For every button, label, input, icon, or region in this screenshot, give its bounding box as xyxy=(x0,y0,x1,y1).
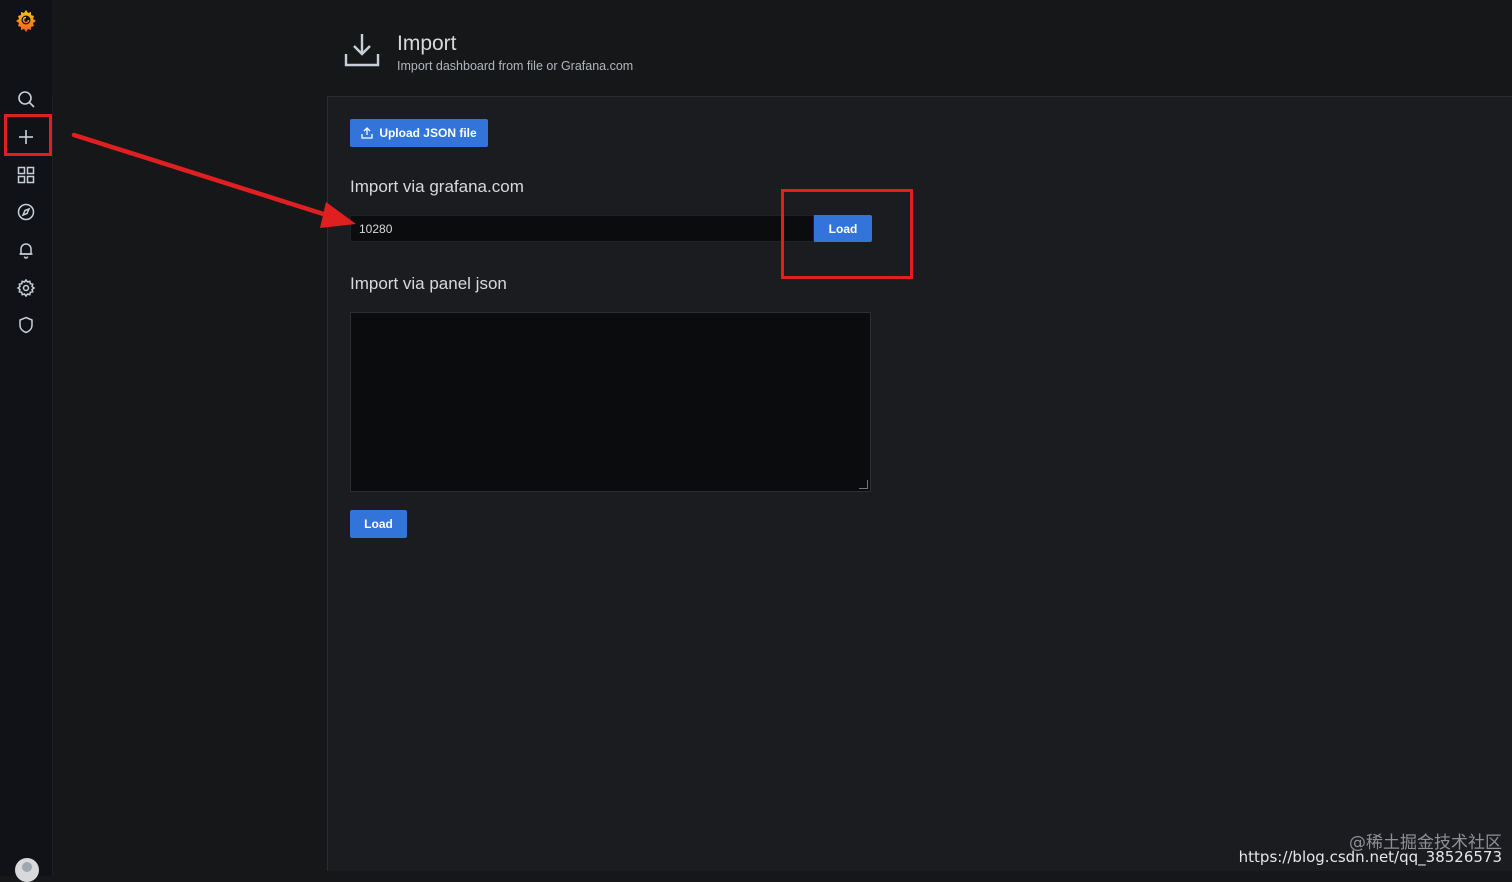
search-icon[interactable] xyxy=(13,86,39,112)
resize-handle-icon[interactable] xyxy=(859,480,868,489)
shield-icon[interactable] xyxy=(13,312,39,338)
grafana-id-input[interactable] xyxy=(350,215,814,242)
watermark-line-2: https://blog.csdn.net/qq_38526573 xyxy=(1238,848,1502,866)
panel-json-load-button[interactable]: Load xyxy=(350,510,407,538)
plus-icon[interactable] xyxy=(13,124,39,150)
avatar[interactable] xyxy=(15,858,39,882)
panel-json-textarea[interactable] xyxy=(350,312,871,492)
page-header: Import Import dashboard from file or Gra… xyxy=(52,0,1512,96)
upload-json-button[interactable]: Upload JSON file xyxy=(350,119,488,147)
compass-icon[interactable] xyxy=(13,199,39,225)
page-subtitle: Import dashboard from file or Grafana.co… xyxy=(397,59,634,73)
page-title: Import xyxy=(397,32,457,55)
sidebar xyxy=(0,0,53,882)
grafana-import-title: Import via grafana.com xyxy=(350,177,524,196)
grafana-logo-icon[interactable] xyxy=(13,7,39,33)
import-content: Upload JSON file Import via grafana.com … xyxy=(327,96,1512,871)
upload-icon xyxy=(361,127,373,139)
grafana-load-button[interactable]: Load xyxy=(814,215,872,242)
bell-icon[interactable] xyxy=(13,237,39,263)
gear-icon[interactable] xyxy=(13,275,39,301)
download-icon xyxy=(342,30,382,70)
panel-json-title: Import via panel json xyxy=(350,274,507,293)
upload-json-label: Upload JSON file xyxy=(379,126,477,140)
dashboards-icon[interactable] xyxy=(13,162,39,188)
